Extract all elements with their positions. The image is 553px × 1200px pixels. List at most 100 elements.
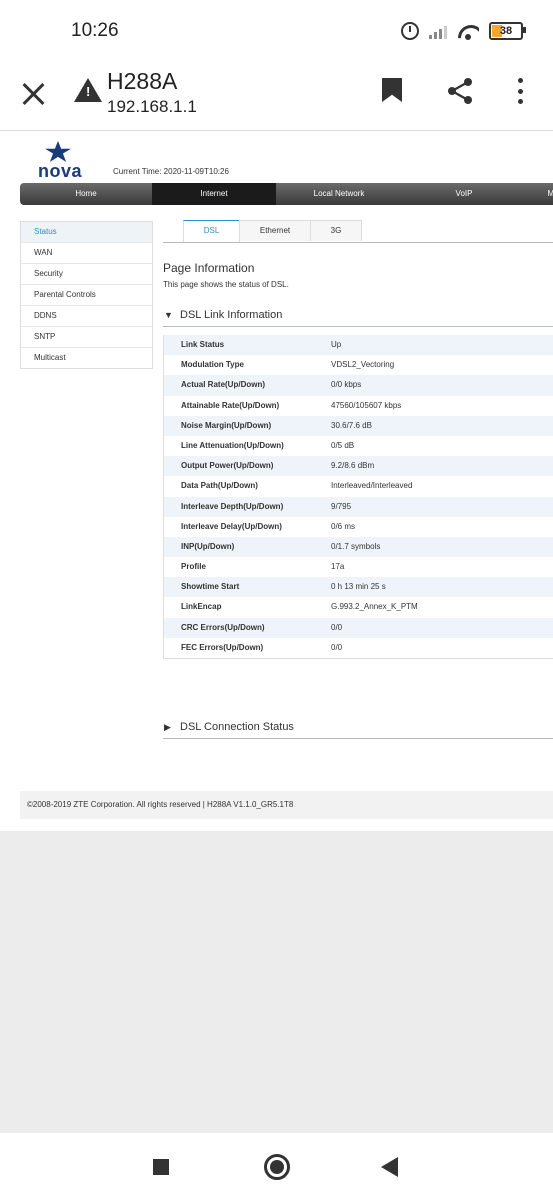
row-value: Up [331,340,342,349]
top-nav-internet[interactable]: Internet [152,183,276,205]
row-value: VDSL2_Vectoring [331,360,395,370]
sidebar-item-ddns[interactable]: DDNS [21,306,152,327]
top-nav-more[interactable]: Ma [526,183,553,205]
row-label: Actual Rate(Up/Down) [181,380,265,390]
table-row: CRC Errors(Up/Down) 0/0 [164,617,553,638]
row-value: 0/1.7 symbols [331,541,381,551]
tab-bar: DSL Ethernet 3G [163,220,553,243]
row-value: 0/0 [331,622,343,632]
sidebar-item-multicast[interactable]: Multicast [21,348,152,368]
row-value: 17a [331,562,345,572]
row-label: Line Attenuation(Up/Down) [181,440,284,450]
sidebar-item-sntp[interactable]: SNTP [21,327,152,348]
row-label: INP(Up/Down) [181,541,235,551]
battery-level: 38 [499,25,513,37]
status-icons: 38 [401,22,526,40]
row-value: 9/795 [331,501,352,511]
top-nav-voip[interactable]: VoIP [402,183,526,205]
more-options-icon[interactable] [510,78,530,104]
top-nav: Home Internet Local Network VoIP Ma [20,183,553,205]
collapse-arrow-icon: ▼ [164,310,173,320]
row-label: Interleave Delay(Up/Down) [181,521,282,531]
table-row: Noise Margin(Up/Down) 30.6/7.6 dB [164,415,553,436]
table-row: Modulation Type VDSL2_Vectoring [164,355,553,376]
alarm-icon [401,22,419,40]
wifi-icon [457,22,479,40]
signal-icon [429,23,447,39]
row-label: Profile [181,562,206,572]
tab-ethernet[interactable]: Ethernet [239,220,311,241]
table-row: INP(Up/Down) 0/1.7 symbols [164,536,553,558]
row-label: FEC Errors(Up/Down) [181,642,264,652]
row-value: 9.2/8.6 dBm [331,461,375,471]
row-label: CRC Errors(Up/Down) [181,622,265,632]
sidebar-item-wan[interactable]: WAN [21,243,152,264]
sidebar-item-status[interactable]: Status [21,222,152,243]
row-value: 0 h 13 min 25 s [331,582,386,592]
browser-toolbar: ! H288A 192.168.1.1 [0,60,553,131]
back-icon[interactable] [381,1157,398,1177]
top-nav-local-network[interactable]: Local Network [276,183,402,205]
row-label: Interleave Depth(Up/Down) [181,501,284,511]
side-nav: Status WAN Security Parental Controls DD… [20,221,153,369]
page-title: H288A [107,68,178,94]
status-bar: 10:26 38 [0,0,553,60]
home-icon[interactable] [264,1154,290,1180]
table-row: Profile 17a [164,557,553,578]
table-row: LinkEncap G.993.2_Annex_K_PTM [164,597,553,618]
page-footer: ©2008-2019 ZTE Corporation. All rights r… [20,791,553,819]
table-row: Link Status Up [164,335,553,356]
row-value: 0/0 [331,642,343,652]
warning-icon[interactable]: ! [74,78,102,102]
page-info-title: Page Information [163,261,255,275]
row-label: Attainable Rate(Up/Down) [181,400,280,410]
row-value: 30.6/7.6 dB [331,420,372,430]
row-value: 0/5 dB [331,440,355,450]
share-icon[interactable] [445,76,475,106]
table-row: Interleave Depth(Up/Down) 9/795 [164,496,553,517]
bookmark-icon[interactable] [382,78,402,102]
tab-dsl[interactable]: DSL [183,220,240,242]
dsl-link-section-title: DSL Link Information [180,309,283,321]
table-row: Output Power(Up/Down) 9.2/8.6 dBm [164,456,553,477]
page-url: 192.168.1.1 [107,97,197,116]
table-row: Interleave Delay(Up/Down) 0/6 ms [164,516,553,537]
row-label: Output Power(Up/Down) [181,461,274,471]
row-label: Modulation Type [181,360,244,370]
page-info-description: This page shows the status of DSL. [163,280,289,289]
dsl-link-section-header[interactable]: ▼ DSL Link Information [163,306,553,327]
row-value: 0/0 kbps [331,380,362,390]
row-label: Data Path(Up/Down) [181,481,258,491]
logo-star-icon [45,141,71,162]
status-time: 10:26 [71,20,119,41]
logo-text: nova [38,161,83,181]
nova-logo: nova [38,141,82,181]
tab-3g[interactable]: 3G [310,220,362,241]
table-row: Actual Rate(Up/Down) 0/0 kbps [164,375,553,396]
navigation-bar [0,1133,553,1200]
table-row: Line Attenuation(Up/Down) 0/5 dB [164,435,553,457]
table-row: Data Path(Up/Down) Interleaved/Interleave… [164,476,553,497]
row-label: Showtime Start [181,582,240,592]
row-value: 47560/105607 kbps [331,400,402,410]
sidebar-item-parental-controls[interactable]: Parental Controls [21,285,152,306]
row-label: Noise Margin(Up/Down) [181,420,272,430]
dsl-link-table: Link Status Up Modulation Type VDSL2_Vector… [163,335,553,659]
table-row: Attainable Rate(Up/Down) 47560/105607 kbp… [164,395,553,416]
row-label: Link Status [181,340,225,349]
router-page: nova Current Time: 2020-11-09T10:26 Home… [0,131,553,831]
table-row: Showtime Start 0 h 13 min 25 s [164,577,553,598]
sidebar-item-security[interactable]: Security [21,264,152,285]
top-nav-home[interactable]: Home [20,183,152,205]
row-value: Interleaved/Interleaved [331,481,413,491]
dsl-connection-section-title: DSL Connection Status [180,721,294,733]
row-label: LinkEncap [181,602,222,612]
battery-icon: 38 [489,22,526,40]
close-icon[interactable] [18,78,50,110]
dsl-connection-section-header[interactable]: ▶ DSL Connection Status [163,718,553,739]
table-row: FEC Errors(Up/Down) 0/0 [164,637,553,658]
expand-arrow-icon: ▶ [164,722,171,732]
row-value: G.993.2_Annex_K_PTM [331,602,418,612]
recent-apps-icon[interactable] [153,1159,169,1175]
current-time: Current Time: 2020-11-09T10:26 [113,167,229,176]
